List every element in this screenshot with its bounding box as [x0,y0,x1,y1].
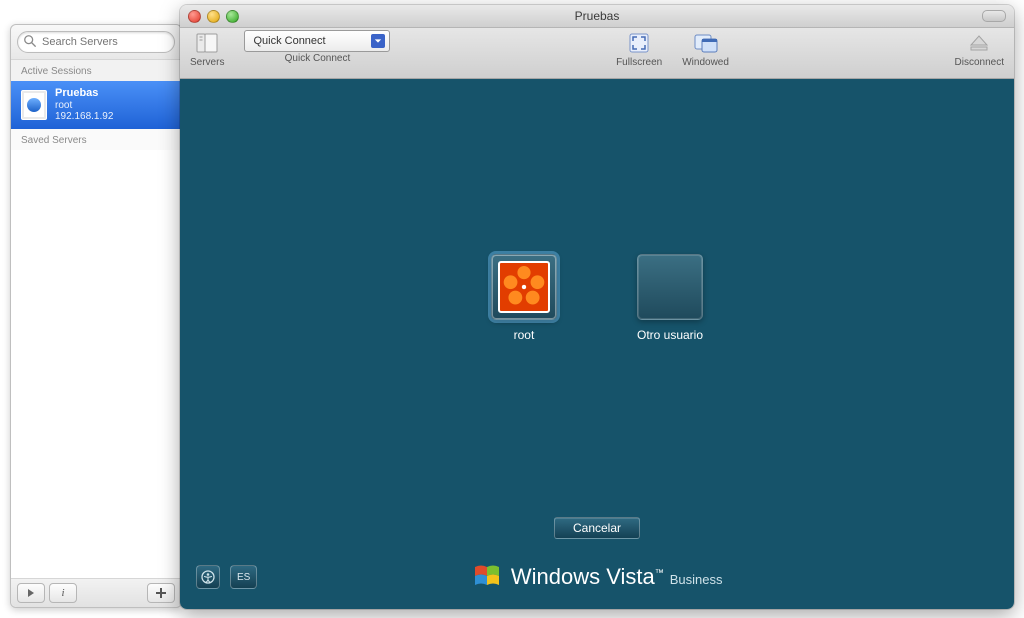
windowed-button[interactable]: Windowed [682,30,729,68]
session-user: root [55,100,113,112]
chevron-down-icon [371,34,385,48]
login-user-area: root Otro usuario [180,79,1014,517]
fullscreen-icon [628,30,650,56]
windowed-icon [694,30,718,56]
window-title: Pruebas [180,9,1014,23]
language-button[interactable]: ES [230,565,257,589]
disconnect-button[interactable]: Disconnect [955,30,1004,68]
user-tile-other[interactable]: Otro usuario [637,254,703,342]
disconnect-label: Disconnect [955,57,1004,68]
titlebar: Pruebas [180,5,1014,28]
user-avatar-frame [637,254,703,320]
add-button[interactable] [147,583,175,603]
toolbar: Servers Quick Connect Quick Connect [180,28,1014,79]
vista-login-screen: root Otro usuario Cancelar [180,79,1014,609]
close-icon[interactable] [188,10,201,23]
search-input[interactable] [17,31,175,53]
minimize-icon[interactable] [207,10,220,23]
windows-brand: Windows Vista™ Business [267,563,928,591]
toolbar-toggle-button[interactable] [982,10,1006,22]
ease-of-access-button[interactable] [196,565,220,589]
active-sessions-header: Active Sessions [11,60,181,81]
saved-servers-header: Saved Servers [11,129,181,150]
quick-connect-control: Quick Connect Quick Connect [244,30,390,64]
session-host: 192.168.1.92 [55,111,113,123]
user-avatar-frame [491,254,557,320]
servers-sidebar: Active Sessions Pruebas root 192.168.1.9… [10,24,182,608]
accessibility-icon [201,570,215,584]
search-wrapper [11,25,181,60]
servers-label: Servers [190,57,224,68]
sidebar-footer: i [11,578,181,607]
fullscreen-button[interactable]: Fullscreen [616,30,662,68]
flower-avatar-icon [498,261,550,313]
vista-footer: ES Windows Vista™ Business [180,553,1014,609]
servers-button[interactable]: Servers [190,30,224,68]
session-title: Pruebas [55,87,113,100]
brand-main: Windows Vista™ [511,564,664,590]
zoom-icon[interactable] [226,10,239,23]
language-label: ES [237,572,250,583]
remote-desktop-window: Pruebas Servers Quick Connect [180,5,1014,609]
windowed-label: Windowed [682,57,729,68]
info-button[interactable]: i [49,583,77,603]
traffic-lights [188,10,239,23]
session-list: Pruebas root 192.168.1.92 Saved Servers [11,81,181,578]
windows-logo-icon [473,563,501,591]
play-button[interactable] [17,583,45,603]
search-field[interactable] [17,31,175,53]
session-item[interactable]: Pruebas root 192.168.1.92 [11,81,181,129]
fullscreen-label: Fullscreen [616,57,662,68]
quick-connect-select[interactable]: Quick Connect [244,30,390,52]
cancel-button[interactable]: Cancelar [554,517,640,539]
user-label: Otro usuario [637,328,703,342]
quick-connect-label: Quick Connect [285,53,351,64]
session-icon [21,90,47,120]
eject-icon [968,30,990,56]
user-tile-root[interactable]: root [491,254,557,342]
quick-connect-value: Quick Connect [253,35,325,47]
user-label: root [514,328,535,342]
drawer-icon [195,30,219,56]
brand-edition: Business [670,572,723,587]
